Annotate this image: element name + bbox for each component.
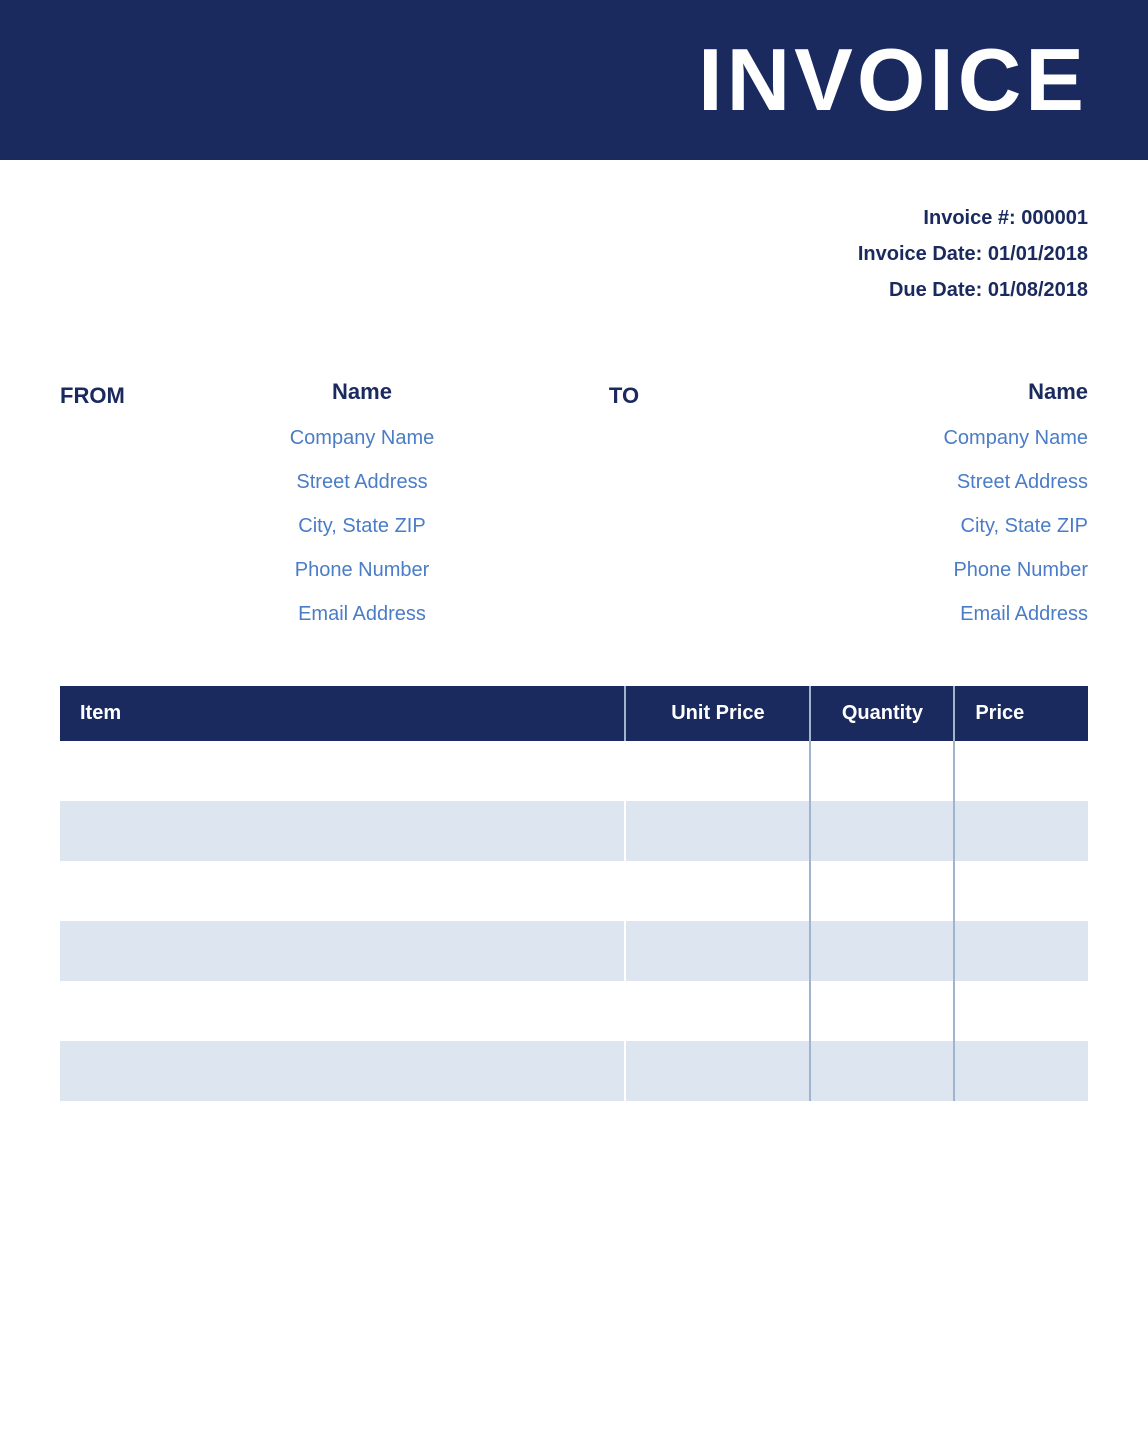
invoice-number-value: 000001 bbox=[1021, 207, 1088, 229]
from-phone: Phone Number bbox=[160, 548, 564, 592]
to-phone: Phone Number bbox=[684, 548, 1088, 592]
items-table: Item Unit Price Quantity Price bbox=[60, 686, 1088, 1101]
to-label: TO bbox=[564, 372, 684, 420]
to-address: Name Company Name Street Address City, S… bbox=[684, 368, 1088, 636]
quantity-cell bbox=[810, 921, 954, 981]
table-header-row: Item Unit Price Quantity Price bbox=[60, 686, 1088, 741]
price-cell bbox=[954, 981, 1088, 1041]
table-row bbox=[60, 741, 1088, 801]
table-row bbox=[60, 981, 1088, 1041]
item-cell bbox=[60, 801, 625, 861]
due-date-value: 01/08/2018 bbox=[988, 279, 1088, 301]
table-row bbox=[60, 1041, 1088, 1101]
column-header-price: Price bbox=[954, 686, 1088, 741]
unit-price-cell bbox=[625, 1041, 810, 1101]
billing-section: FROM Name Company Name Street Address Ci… bbox=[0, 348, 1148, 686]
from-company: Company Name bbox=[160, 416, 564, 460]
item-cell bbox=[60, 981, 625, 1041]
column-header-unit-price: Unit Price bbox=[625, 686, 810, 741]
item-cell bbox=[60, 921, 625, 981]
invoice-date-line: Invoice Date: 01/01/2018 bbox=[0, 236, 1088, 272]
to-city: City, State ZIP bbox=[684, 504, 1088, 548]
from-street: Street Address bbox=[160, 460, 564, 504]
due-date-label: Due Date: bbox=[889, 279, 982, 301]
item-cell bbox=[60, 861, 625, 921]
invoice-date-value: 01/01/2018 bbox=[988, 243, 1088, 265]
from-address: Name Company Name Street Address City, S… bbox=[160, 368, 564, 636]
invoice-date-label: Invoice Date: bbox=[858, 243, 982, 265]
quantity-cell bbox=[810, 861, 954, 921]
from-city: City, State ZIP bbox=[160, 504, 564, 548]
to-email: Email Address bbox=[684, 592, 1088, 636]
unit-price-cell bbox=[625, 921, 810, 981]
price-cell bbox=[954, 801, 1088, 861]
to-street: Street Address bbox=[684, 460, 1088, 504]
invoice-meta: Invoice #: 000001 Invoice Date: 01/01/20… bbox=[0, 160, 1148, 348]
unit-price-cell bbox=[625, 861, 810, 921]
table-row bbox=[60, 861, 1088, 921]
to-name: Name bbox=[684, 368, 1088, 416]
to-company: Company Name bbox=[684, 416, 1088, 460]
unit-price-cell bbox=[625, 801, 810, 861]
column-header-item: Item bbox=[60, 686, 625, 741]
invoice-number-label: Invoice #: bbox=[923, 207, 1015, 229]
price-cell bbox=[954, 1041, 1088, 1101]
quantity-cell bbox=[810, 801, 954, 861]
table-row bbox=[60, 921, 1088, 981]
price-cell bbox=[954, 741, 1088, 801]
from-email: Email Address bbox=[160, 592, 564, 636]
price-cell bbox=[954, 921, 1088, 981]
quantity-cell bbox=[810, 1041, 954, 1101]
unit-price-cell bbox=[625, 981, 810, 1041]
quantity-cell bbox=[810, 741, 954, 801]
from-column: FROM bbox=[60, 368, 160, 420]
quantity-cell bbox=[810, 981, 954, 1041]
invoice-title: INVOICE bbox=[698, 29, 1088, 131]
due-date-line: Due Date: 01/08/2018 bbox=[0, 272, 1088, 308]
invoice-number-line: Invoice #: 000001 bbox=[0, 200, 1088, 236]
header-banner: INVOICE bbox=[0, 0, 1148, 160]
to-column: TO bbox=[564, 368, 684, 420]
item-cell bbox=[60, 741, 625, 801]
unit-price-cell bbox=[625, 741, 810, 801]
from-name: Name bbox=[160, 368, 564, 416]
from-label: FROM bbox=[60, 372, 160, 420]
item-cell bbox=[60, 1041, 625, 1101]
table-row bbox=[60, 801, 1088, 861]
column-header-quantity: Quantity bbox=[810, 686, 954, 741]
price-cell bbox=[954, 861, 1088, 921]
